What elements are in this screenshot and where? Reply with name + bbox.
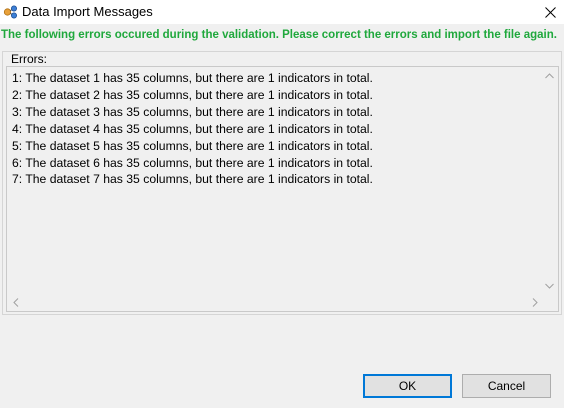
chevron-up-icon: [545, 72, 554, 78]
error-line: 1: The dataset 1 has 35 columns, but the…: [12, 71, 373, 85]
error-line: 5: The dataset 5 has 35 columns, but the…: [12, 138, 373, 153]
cancel-button[interactable]: Cancel: [462, 374, 551, 398]
scroll-up-arrow[interactable]: [541, 67, 558, 84]
scroll-left-arrow[interactable]: [7, 294, 24, 311]
vertical-scrollbar[interactable]: [541, 67, 558, 294]
window-title: Data Import Messages: [22, 4, 153, 19]
chevron-right-icon: [532, 298, 538, 307]
close-button[interactable]: [536, 0, 564, 24]
data-import-icon: [3, 4, 19, 20]
error-line: 4: The dataset 4 has 35 columns, but the…: [12, 121, 373, 136]
error-line: 2: The dataset 2 has 35 columns, but the…: [12, 87, 373, 102]
horizontal-scrollbar[interactable]: [7, 294, 543, 311]
ok-button[interactable]: OK: [363, 374, 452, 398]
error-line: 6: The dataset 6 has 35 columns, but the…: [12, 155, 373, 170]
error-line: 3: The dataset 3 has 35 columns, but the…: [12, 104, 373, 119]
errors-list: 1: The dataset 1 has 35 columns, but the…: [12, 70, 542, 188]
close-icon: [544, 6, 556, 18]
validation-message: The following errors occured during the …: [1, 29, 557, 41]
scroll-right-arrow[interactable]: [526, 294, 543, 311]
errors-group-label: Errors:: [8, 52, 50, 66]
scroll-down-arrow[interactable]: [541, 277, 558, 294]
chevron-down-icon: [545, 283, 554, 289]
title-bar: Data Import Messages: [0, 0, 564, 24]
chevron-left-icon: [12, 298, 18, 307]
errors-text-area[interactable]: 1: The dataset 1 has 35 columns, but the…: [6, 66, 559, 312]
errors-group: Errors: 1: The dataset 1 has 35 columns,…: [2, 51, 562, 315]
error-line: 7: The dataset 7 has 35 columns, but the…: [12, 172, 373, 187]
